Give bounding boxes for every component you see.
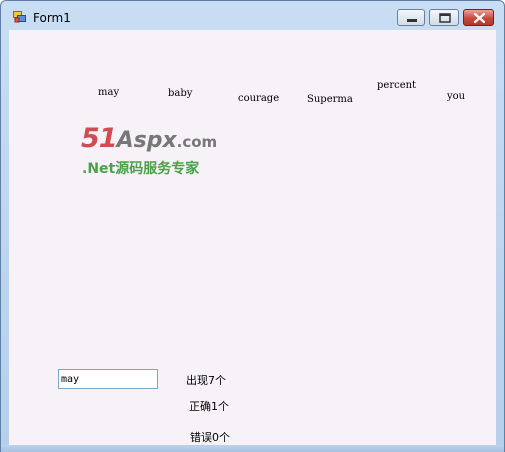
word-label-5: percent	[377, 80, 417, 91]
word-label-6: you	[447, 91, 466, 102]
logo-domain: .com	[176, 133, 218, 151]
main-window: Form1 may baby courage Superma percent y…	[0, 0, 505, 452]
minimize-icon	[407, 19, 417, 22]
app-window-icon	[13, 11, 26, 23]
appear-count-label: 出现7个	[186, 374, 226, 387]
word-input[interactable]	[58, 369, 158, 389]
word-label-2: baby	[168, 88, 193, 99]
close-icon	[473, 12, 486, 24]
wrong-count-label: 错误0个	[190, 431, 230, 444]
logo-number: 51	[81, 123, 118, 154]
word-label-3: courage	[238, 93, 280, 104]
correct-count-label: 正确1个	[189, 400, 229, 413]
word-label-1: may	[98, 87, 120, 98]
logo-aspx: Aspx	[116, 128, 177, 153]
logo-top-line: 51Aspx.com	[81, 123, 217, 154]
word-label-4: Superma	[307, 94, 353, 105]
maximize-button[interactable]	[429, 9, 459, 26]
form-client-area: may baby courage Superma percent you 51A…	[9, 30, 496, 445]
title-bar[interactable]: Form1	[1, 1, 504, 29]
51aspx-logo: 51Aspx.com .Net源码服务专家	[81, 123, 231, 181]
logo-tagline: .Net源码服务专家	[82, 161, 200, 177]
window-title: Form1	[33, 11, 71, 25]
maximize-icon	[439, 13, 451, 23]
window-bottom-border	[1, 445, 504, 452]
close-button[interactable]	[463, 9, 494, 26]
minimize-button[interactable]	[397, 9, 425, 26]
